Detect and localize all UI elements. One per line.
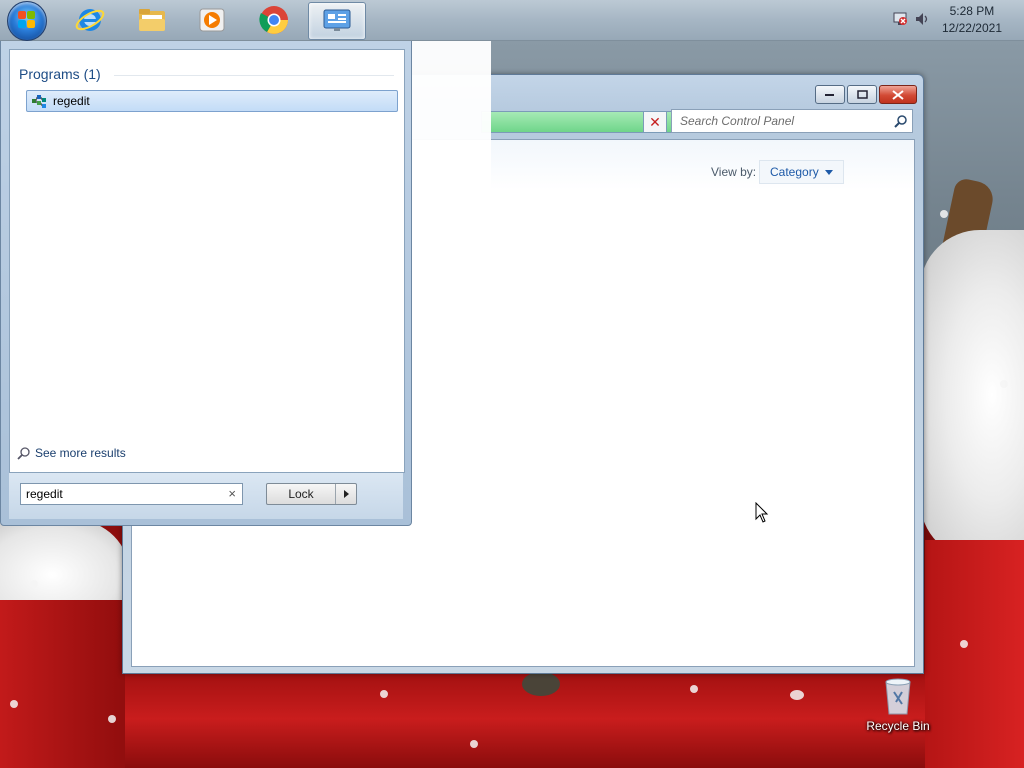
power-button[interactable]: Lock	[266, 483, 357, 505]
start-menu-right-pane	[410, 40, 491, 524]
clear-search-icon[interactable]: ×	[228, 486, 236, 501]
view-by-value: Category	[770, 165, 819, 179]
recycle-bin-icon	[885, 678, 911, 715]
volume-icon[interactable]	[914, 11, 930, 27]
snowflake	[690, 685, 698, 693]
search-results-pane: Programs (1) regedit	[9, 49, 405, 473]
chevron-right-icon	[343, 490, 349, 498]
result-label: regedit	[53, 94, 90, 108]
chevron-down-icon	[824, 169, 833, 175]
minimize-icon	[825, 93, 834, 96]
search-icon	[17, 447, 30, 460]
wallpaper-sleeve-right	[925, 540, 1024, 768]
minimize-button[interactable]	[815, 85, 845, 104]
start-search-input[interactable]: ×	[20, 483, 243, 505]
wallpaper-coat-button	[522, 672, 560, 696]
taskbar-media-player[interactable]	[184, 2, 240, 38]
taskbar: 5:28 PM 12/22/2021	[0, 0, 1024, 41]
taskbar-chrome[interactable]	[246, 2, 302, 38]
view-by-label: View by:	[711, 165, 757, 179]
maximize-button[interactable]	[847, 85, 877, 104]
control-panel-search-input[interactable]: Search Control Panel	[671, 109, 913, 133]
maximize-icon	[856, 90, 868, 99]
desktop-icon-recycle-bin[interactable]: Recycle Bin	[866, 674, 930, 733]
mouse-cursor-icon	[755, 502, 769, 523]
start-search-field[interactable]	[26, 486, 216, 502]
clock-date: 12/22/2021	[941, 21, 1002, 35]
address-stop-button[interactable]: ✕	[643, 111, 667, 133]
stop-icon: ✕	[649, 113, 661, 130]
divider	[114, 75, 394, 76]
system-tray: 5:28 PM 12/22/2021	[884, 0, 1024, 40]
snowflake	[30, 580, 38, 588]
snowflake	[108, 715, 116, 723]
snowflake	[1000, 380, 1008, 388]
search-icon[interactable]	[894, 114, 908, 128]
chrome-icon	[259, 6, 288, 34]
snowflake	[10, 700, 18, 708]
start-button[interactable]	[7, 1, 47, 41]
see-more-results-link[interactable]: See more results	[17, 446, 126, 460]
power-options-arrow[interactable]	[336, 484, 356, 504]
registry-editor-icon	[32, 95, 46, 108]
windows-logo-icon	[18, 11, 36, 29]
snowflake	[940, 210, 948, 218]
snowflake	[790, 690, 804, 700]
control-panel-icon	[323, 9, 351, 31]
snowflake	[960, 640, 968, 648]
snowflake	[380, 690, 388, 698]
taskbar-windows-explorer[interactable]	[124, 2, 180, 38]
close-button[interactable]	[879, 85, 917, 104]
desktop-icon-label: Recycle Bin	[866, 719, 930, 733]
media-player-icon	[199, 8, 225, 32]
view-by-dropdown[interactable]: Category	[759, 160, 844, 184]
clock[interactable]: 5:28 PM 12/22/2021	[942, 3, 1002, 37]
result-item-regedit[interactable]: regedit	[26, 90, 398, 112]
programs-header: Programs (1)	[19, 66, 101, 82]
internet-explorer-icon	[75, 9, 105, 31]
close-icon	[892, 89, 904, 100]
see-more-label: See more results	[35, 446, 126, 460]
wallpaper-fur-right	[920, 230, 1024, 560]
lock-button[interactable]: Lock	[267, 484, 336, 504]
snowflake	[470, 740, 478, 748]
taskbar-control-panel[interactable]	[308, 2, 366, 40]
folder-icon	[139, 9, 165, 31]
taskbar-internet-explorer[interactable]	[62, 2, 118, 38]
clock-time: 5:28 PM	[949, 4, 995, 18]
network-icon[interactable]	[892, 11, 908, 27]
wallpaper-sleeve-left	[0, 600, 130, 768]
